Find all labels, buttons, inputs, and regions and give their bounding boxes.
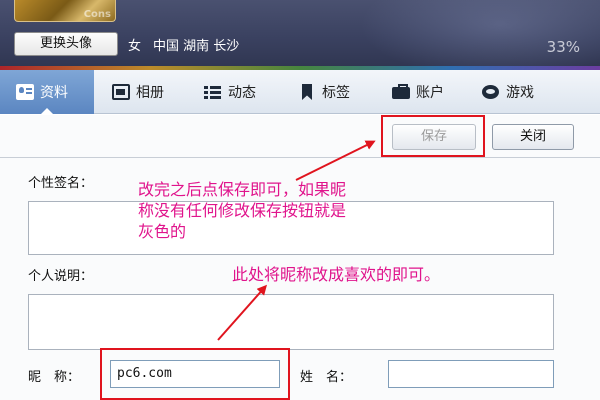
- avatar-watermark: Cons: [83, 9, 111, 20]
- album-icon: [112, 84, 130, 100]
- nickname-input[interactable]: pc6.com: [110, 360, 280, 388]
- save-annotation-line2: 称没有任何修改保存按钮就是: [138, 201, 347, 220]
- wallet-icon: [392, 84, 410, 100]
- avatar[interactable]: Cons: [14, 0, 116, 22]
- close-button[interactable]: 关闭: [492, 124, 574, 150]
- list-icon: [204, 84, 222, 100]
- save-button[interactable]: 保存: [392, 124, 476, 150]
- name-input[interactable]: [388, 360, 554, 388]
- tab-tags[interactable]: 标签: [288, 70, 360, 114]
- description-field[interactable]: [28, 294, 554, 350]
- header-decoration: [360, 0, 600, 70]
- profile-info: 女 中国 湖南 长沙: [128, 35, 239, 54]
- tab-label: 相册: [136, 85, 164, 101]
- bookmark-icon: [298, 84, 316, 100]
- tab-bar: 资料 相册 动态 标签 账户 游戏: [0, 70, 600, 115]
- tab-label: 标签: [322, 85, 350, 101]
- game-icon: [482, 84, 500, 100]
- save-annotation-line1: 改完之后点保存即可，如果昵: [138, 180, 347, 199]
- tab-label: 动态: [228, 85, 256, 101]
- description-label: 个人说明：: [28, 269, 94, 284]
- nickname-annotation: 此处将昵称改成喜欢的即可。: [232, 265, 441, 284]
- save-annotation-line3: 灰色的: [138, 222, 187, 241]
- tab-activity[interactable]: 动态: [194, 70, 266, 114]
- tab-label: 账户: [416, 85, 444, 101]
- profile-completion: 33%: [546, 38, 580, 56]
- tab-profile[interactable]: 资料: [0, 70, 94, 115]
- profile-edit-panel: 保存 关闭 个性签名： 个人说明： 昵 称： pc6.com 姓 名： 改完之后…: [0, 115, 600, 400]
- tab-games[interactable]: 游戏: [472, 70, 544, 114]
- nickname-label: 昵 称：: [28, 370, 81, 385]
- signature-label: 个性签名：: [28, 176, 94, 191]
- tab-label: 资料: [40, 85, 68, 101]
- location-text: 中国 湖南 长沙: [153, 39, 240, 54]
- profile-icon: [16, 84, 34, 100]
- change-avatar-button[interactable]: 更换头像: [14, 32, 118, 56]
- name-label: 姓 名：: [300, 370, 353, 385]
- toolbar-divider: [0, 157, 600, 158]
- profile-header: Cons 更换头像 女 中国 湖南 长沙 33%: [0, 0, 600, 70]
- gender-text: 女: [128, 39, 142, 54]
- tab-label: 游戏: [506, 85, 534, 101]
- tab-album[interactable]: 相册: [102, 70, 174, 114]
- tab-account[interactable]: 账户: [382, 70, 454, 114]
